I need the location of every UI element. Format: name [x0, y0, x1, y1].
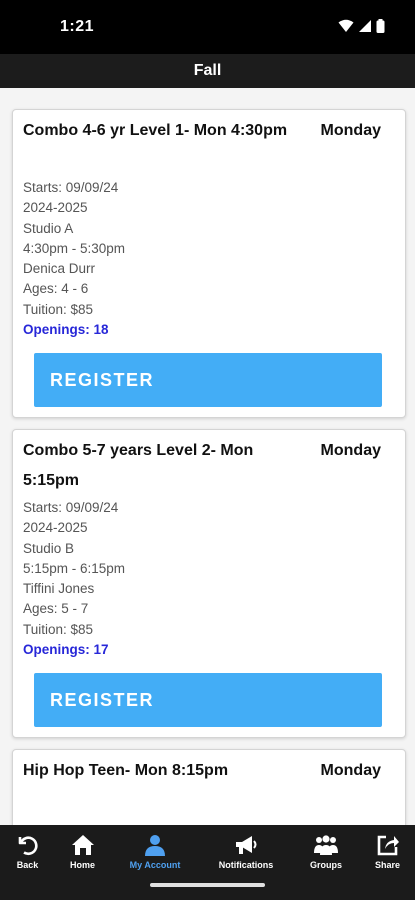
wifi-icon — [338, 19, 354, 32]
class-time: 5:15pm - 6:15pm — [23, 560, 126, 576]
nav-back[interactable]: Back — [0, 825, 55, 873]
class-card: Combo 4-6 yr Level 1- Mon 4:30pm Monday … — [12, 109, 406, 418]
class-details: Starts: 09/09/24 2024-2025 Studio B 5:15… — [23, 498, 125, 660]
class-card: Hip Hop Teen- Mon 8:15pm Monday — [12, 749, 406, 825]
class-day: Monday — [320, 122, 381, 139]
class-start-date: Starts: 09/09/24 — [23, 180, 119, 195]
class-studio: Studio B — [23, 540, 75, 556]
status-time: 1:21 — [60, 18, 95, 35]
class-openings: Openings: 18 — [23, 322, 109, 338]
status-bar: 1:21 — [0, 0, 415, 54]
class-start-date: Starts: 09/09/24 — [23, 500, 119, 515]
nav-label: Share — [374, 860, 400, 870]
class-title: Combo 4-6 yr Level 1- Mon 4:30pm — [23, 122, 288, 139]
class-ages: Ages: 5 - 7 — [23, 601, 89, 617]
gesture-area — [0, 873, 415, 900]
battery-icon — [376, 19, 385, 33]
megaphone-icon — [236, 836, 257, 854]
class-list[interactable]: Combo 4-6 yr Level 1- Mon 4:30pm Monday … — [0, 88, 415, 825]
class-ages: Ages: 4 - 6 — [23, 281, 89, 297]
class-title: Hip Hop Teen- Mon 8:15pm — [23, 762, 229, 779]
page-title: Fall — [0, 54, 415, 88]
signal-icon — [359, 20, 371, 32]
class-instructor: Tiffini Jones — [23, 581, 95, 597]
nav-groups[interactable]: Groups — [292, 825, 360, 873]
home-icon — [71, 835, 94, 855]
nav-label: My Account — [129, 860, 181, 870]
register-button[interactable]: REGISTER — [34, 353, 382, 407]
class-instructor: Denica Durr — [23, 261, 96, 277]
nav-label: Back — [16, 860, 39, 870]
class-tuition: Tuition: $85 — [23, 621, 94, 637]
class-tuition: Tuition: $85 — [23, 301, 94, 317]
class-details: Starts: 09/09/24 2024-2025 Studio A 4:30… — [23, 178, 125, 340]
bottom-nav: Back Home My Account Notifications Group… — [0, 825, 415, 873]
back-icon — [18, 836, 38, 856]
nav-notifications[interactable]: Notifications — [200, 825, 292, 873]
register-button[interactable]: REGISTER — [34, 673, 382, 727]
nav-home[interactable]: Home — [55, 825, 110, 873]
gesture-handle[interactable] — [150, 883, 265, 887]
nav-share[interactable]: Share — [360, 825, 415, 873]
nav-label: Notifications — [218, 860, 274, 870]
class-card: Combo 5-7 years Level 2- Mon 5:15pm Mond… — [12, 429, 406, 738]
nav-label: Home — [69, 860, 95, 870]
class-season: 2024-2025 — [23, 200, 88, 216]
nav-my-account[interactable]: My Account — [110, 825, 200, 873]
class-time: 4:30pm - 5:30pm — [23, 240, 126, 256]
class-openings: Openings: 17 — [23, 642, 109, 658]
share-icon — [377, 835, 399, 856]
groups-icon — [314, 835, 338, 855]
nav-label: Groups — [309, 860, 342, 870]
class-title: Combo 5-7 years Level 2- Mon 5:15pm — [23, 442, 254, 489]
status-icons — [338, 19, 385, 33]
class-day: Monday — [320, 442, 381, 459]
class-studio: Studio A — [23, 220, 74, 236]
class-season: 2024-2025 — [23, 520, 88, 536]
account-icon — [145, 835, 165, 856]
class-day: Monday — [320, 762, 381, 779]
